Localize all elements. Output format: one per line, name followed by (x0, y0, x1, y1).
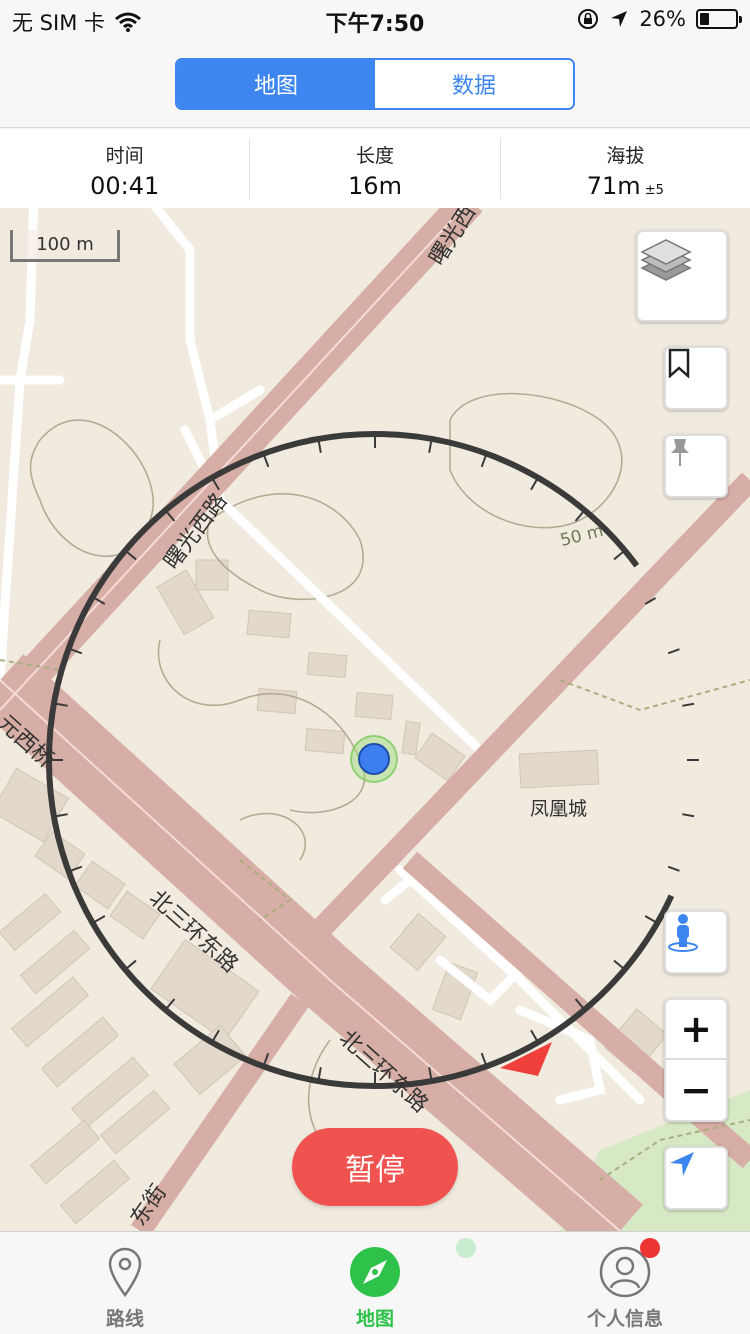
compass-tick (530, 1029, 538, 1042)
stat-length-label: 长度 (355, 145, 394, 167)
compass-icon (350, 1247, 400, 1297)
navigation-arrow-icon (670, 1152, 694, 1176)
stat-altitude-accuracy: ±5 (644, 183, 664, 198)
person-street-view-icon (668, 914, 698, 952)
segment-map[interactable]: 地图 (177, 60, 375, 108)
view-segmented-control: 地图 数据 (175, 58, 575, 110)
compass-tick (480, 455, 487, 468)
compass-tick (667, 648, 680, 655)
compass-tick (126, 959, 137, 970)
map-scale: 100 m (10, 230, 120, 262)
locate-me-button[interactable] (664, 1146, 728, 1210)
stats-panel: 时间 00:41 长度 16m 海拔 71m ±5 (0, 129, 750, 208)
tab-routes[interactable]: 路线 (0, 1232, 250, 1334)
layers-button[interactable] (636, 230, 728, 322)
tab-bar: 路线 地图 个人信息 (0, 1231, 750, 1334)
notification-badge (640, 1238, 660, 1258)
map-label-fenghuang: 凤凰城 (530, 798, 588, 820)
compass-tick (428, 440, 433, 453)
zoom-out-button[interactable]: − (666, 1060, 726, 1120)
zoom-control: + − (664, 998, 728, 1122)
layers-icon (640, 239, 692, 281)
status-bar: 无 SIM 卡 下午7:50 26% (0, 0, 750, 40)
compass-tick (263, 455, 270, 468)
compass-tick (317, 1067, 322, 1080)
tab-map-label: 地图 (355, 1308, 394, 1330)
pause-button[interactable]: 暂停 (292, 1128, 458, 1206)
pin-button[interactable] (664, 434, 728, 498)
compass-tick (530, 478, 538, 491)
rotation-lock-icon (578, 9, 599, 29)
map-pin-icon (108, 1247, 142, 1297)
stat-altitude-label: 海拔 (606, 145, 645, 167)
compass-tick (667, 865, 680, 872)
tab-profile[interactable]: 个人信息 (500, 1232, 750, 1334)
tab-map-indicator (456, 1238, 476, 1258)
compass-tick (682, 702, 695, 707)
zoom-in-button[interactable]: + (666, 1000, 726, 1060)
battery-icon (696, 9, 742, 29)
compass-tick (682, 813, 695, 818)
stat-length: 长度 16m (250, 138, 501, 200)
battery-level (700, 13, 709, 25)
compass-tick (317, 440, 322, 453)
street-view-button[interactable] (664, 910, 728, 974)
tab-map[interactable]: 地图 (250, 1232, 500, 1334)
stat-altitude-value: 71m (586, 172, 641, 200)
segment-data[interactable]: 数据 (375, 60, 573, 108)
compass-tick (613, 550, 624, 561)
compass-tick (613, 959, 624, 970)
pushpin-icon (671, 439, 689, 466)
battery-percent: 26% (639, 7, 686, 31)
bookmark-icon (668, 348, 690, 378)
tab-routes-label: 路线 (105, 1308, 144, 1330)
stat-length-value: 16m (348, 172, 402, 200)
map-view[interactable]: 100 m 曙光西 曙光西路 元西桥 北三环东路 北三环东路 凤凰城 东街 50… (0, 208, 750, 1231)
bookmark-button[interactable] (664, 346, 728, 410)
tab-profile-label: 个人信息 (586, 1308, 663, 1330)
compass-tick (644, 915, 657, 923)
location-arrow-icon (611, 11, 628, 27)
stat-time-value: 00:41 (90, 172, 160, 200)
compass-tick (93, 915, 106, 923)
current-location-marker (350, 735, 398, 783)
compass-tick (480, 1052, 487, 1065)
stat-time-label: 时间 (105, 145, 144, 167)
top-nav: 地图 数据 (0, 40, 750, 128)
stat-altitude: 海拔 71m ±5 (501, 138, 750, 200)
stat-time: 时间 00:41 (0, 138, 251, 200)
